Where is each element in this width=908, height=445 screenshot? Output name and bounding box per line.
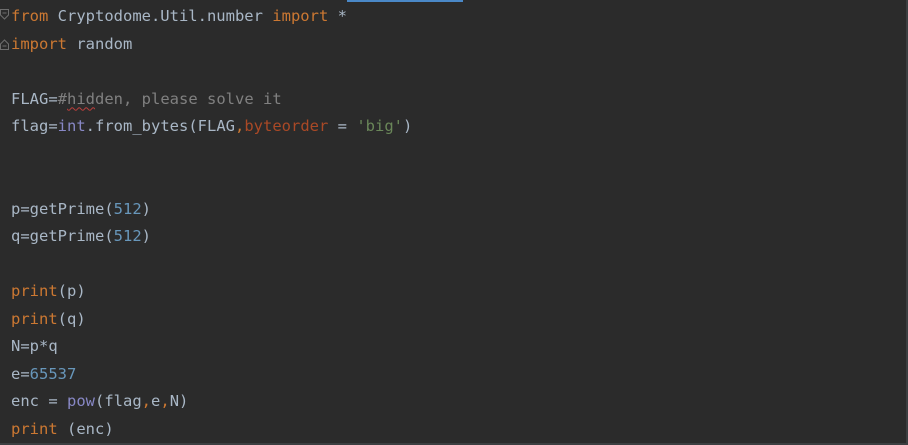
code-token: random [67, 34, 133, 53]
code-line[interactable]: N=p*q [11, 333, 412, 361]
code-token: (flag [95, 392, 142, 410]
code-editor[interactable]: from Cryptodome.Util.number import * impo… [0, 0, 908, 445]
code-token: (p) [57, 282, 86, 300]
code-token: (enc) [57, 419, 114, 438]
code-token: print [11, 419, 58, 438]
code-area[interactable]: from Cryptodome.Util.number import * impo… [11, 3, 412, 443]
code-token: flag= [11, 117, 58, 135]
code-token: print [11, 282, 58, 300]
code-token: 512 [113, 199, 142, 218]
code-token: (q) [57, 309, 86, 328]
code-token: q=getPrime( [11, 227, 114, 245]
fold-close-icon[interactable] [0, 38, 9, 50]
code-token: 65537 [29, 364, 77, 383]
code-token: = [328, 117, 357, 135]
code-token: import [272, 7, 329, 25]
code-token: N) [169, 392, 189, 410]
code-line[interactable]: flag=int.from_bytes(FLAG,byteorder = 'bi… [11, 113, 412, 141]
code-line[interactable]: from Cryptodome.Util.number import * [11, 3, 412, 31]
code-line[interactable]: ​ [11, 168, 412, 196]
fold-open-icon[interactable] [0, 9, 9, 21]
code-token: 512 [113, 227, 142, 245]
code-token: enc = [11, 392, 67, 410]
active-tab-indicator [347, 0, 463, 2]
code-token: 'big' [356, 117, 403, 135]
code-token: ) [141, 199, 151, 218]
code-token: * [328, 7, 347, 25]
code-token: p=getPrime( [11, 199, 114, 218]
code-token: .from_bytes(FLAG [85, 117, 235, 135]
code-token: print [11, 309, 58, 328]
code-token: FLAG= [11, 89, 58, 108]
code-line[interactable]: print(p) [11, 278, 412, 306]
code-token: import [11, 34, 67, 53]
code-line[interactable]: q=getPrime(512) [11, 223, 412, 251]
code-line[interactable]: e=65537 [11, 361, 412, 389]
code-token: e [151, 392, 161, 410]
code-token: , [234, 117, 245, 135]
code-token: from [11, 7, 49, 25]
code-token: , [141, 392, 152, 410]
code-token: , [160, 392, 170, 410]
code-token: int [57, 117, 86, 135]
code-line[interactable]: ​ [11, 58, 412, 86]
code-line[interactable]: ​ [11, 141, 412, 169]
code-token: pow [67, 392, 95, 410]
code-line[interactable]: print(q) [11, 306, 412, 334]
code-line[interactable]: ​ [11, 251, 412, 279]
code-line[interactable]: p=getPrime(512) [11, 196, 412, 224]
code-line[interactable]: print (enc) [11, 416, 412, 444]
code-token: N=p*q [11, 337, 58, 355]
code-token: ) [141, 227, 151, 245]
code-token: e= [11, 364, 30, 383]
code-line[interactable]: FLAG=#hidden, please solve it [11, 86, 412, 114]
code-line[interactable]: import random [11, 31, 412, 59]
code-token: Cryptodome.Util.number [48, 7, 273, 25]
code-token: ) [403, 117, 413, 135]
code-token: #hidden, please solve it [57, 89, 282, 108]
code-line[interactable]: enc = pow(flag,e,N) [11, 388, 412, 416]
code-token: byteorder [244, 117, 329, 135]
